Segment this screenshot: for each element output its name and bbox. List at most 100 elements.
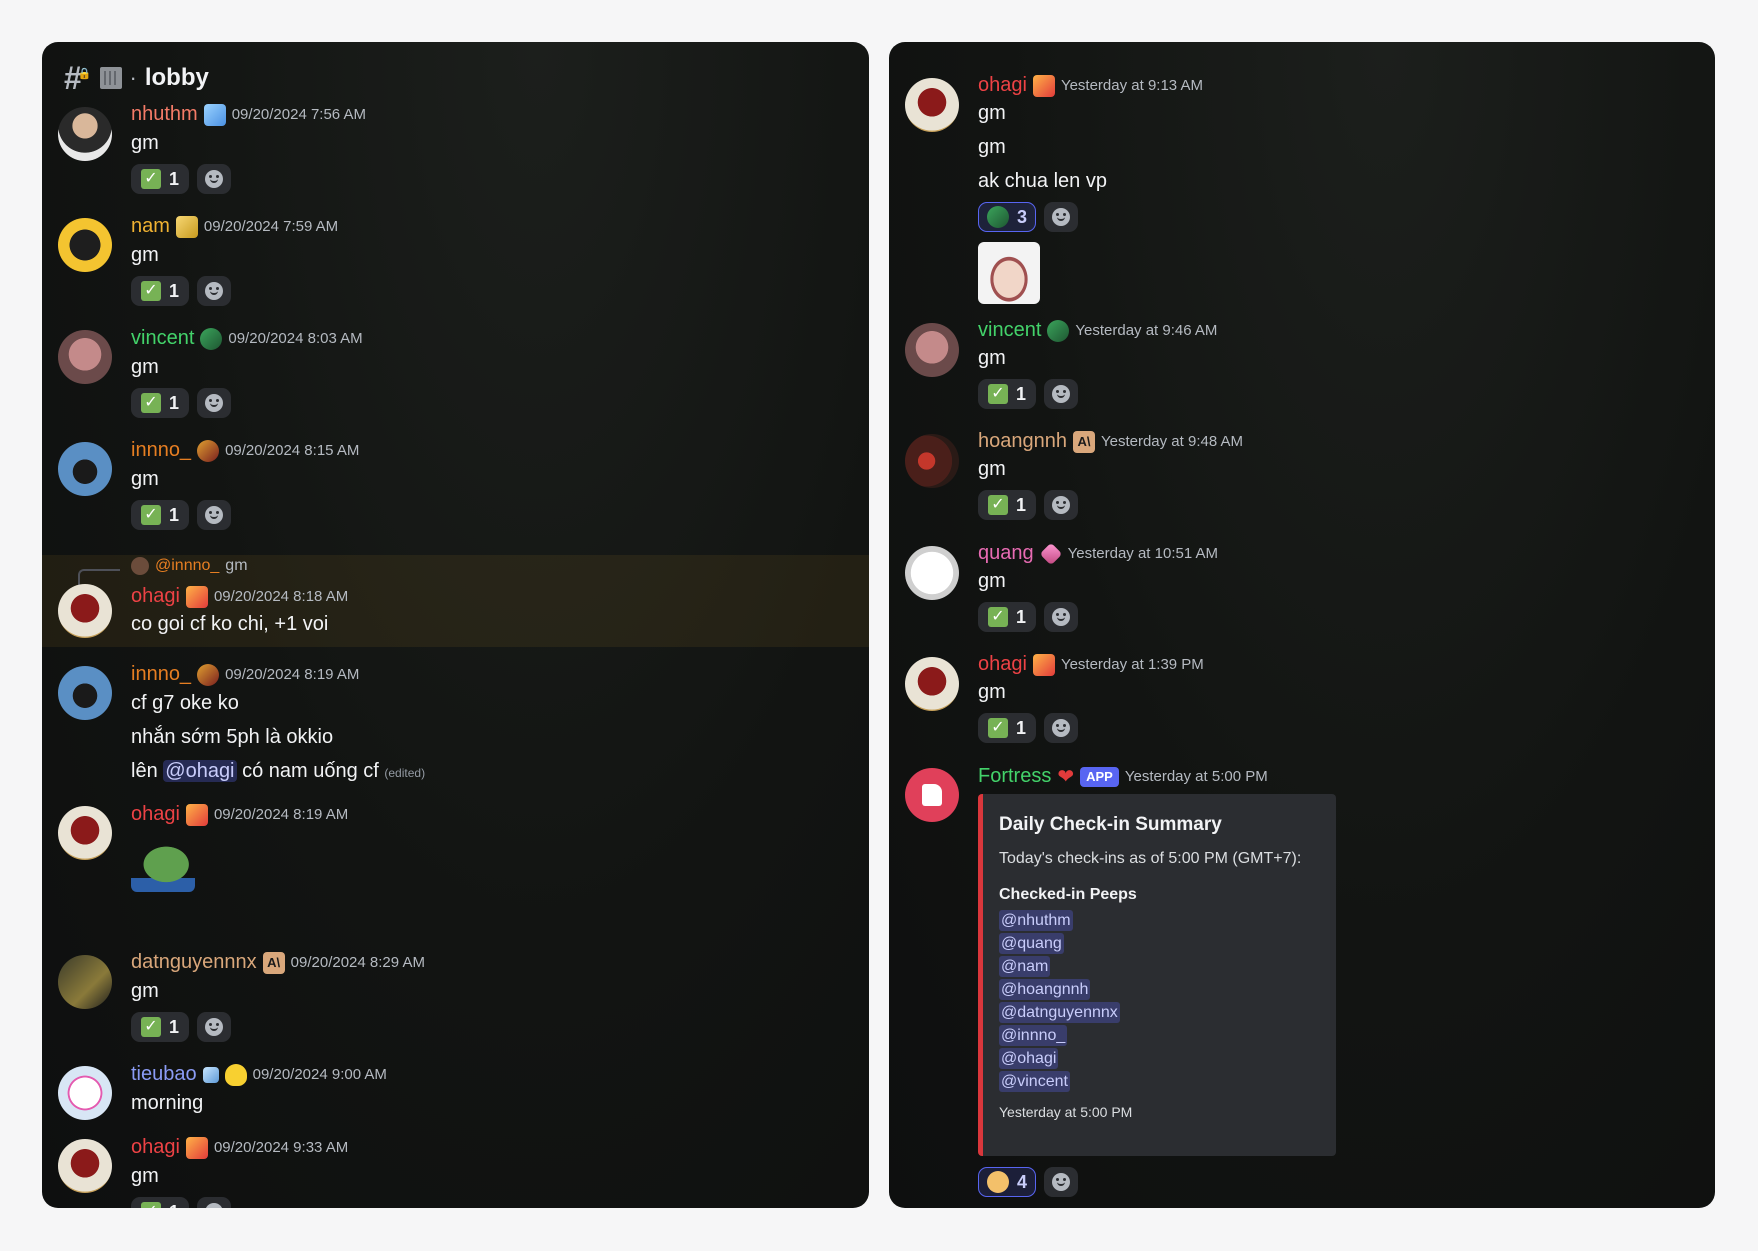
username[interactable]: ohagi [131,803,180,826]
hat-badge-icon[interactable] [197,439,220,462]
add-reaction-button[interactable] [197,1197,231,1208]
username[interactable]: ohagi [131,585,180,608]
timestamp[interactable]: 09/20/2024 8:19 AM [214,806,348,823]
reaction-pepe[interactable]: 3 [978,202,1037,232]
reaction-check[interactable]: ✓1 [131,1012,189,1042]
reaction-check[interactable]: ✓1 [131,500,189,530]
username[interactable]: ohagi [978,74,1027,97]
red-envelope-badge-icon[interactable] [1032,74,1055,97]
username[interactable]: nam [131,215,170,238]
avatar[interactable] [58,442,112,496]
timestamp[interactable]: 09/20/2024 8:15 AM [225,442,359,459]
username[interactable]: innno_ [131,663,191,686]
avatar[interactable] [58,666,112,720]
timestamp[interactable]: Yesterday at 9:13 AM [1061,77,1203,94]
timestamp[interactable]: Yesterday at 9:48 AM [1101,433,1243,450]
user-mention[interactable]: @innno_ [999,1025,1068,1046]
reply-preview[interactable]: @innno_ gm [131,557,248,575]
user-mention[interactable]: @nam [999,956,1051,977]
username[interactable]: datnguyennnx [131,951,257,974]
username[interactable]: vincent [978,319,1041,342]
timestamp[interactable]: Yesterday at 10:51 AM [1068,545,1218,562]
crying-sticker[interactable] [978,242,1040,304]
reaction-check[interactable]: ✓1 [978,713,1036,743]
user-mention[interactable]: @nhuthm [999,910,1073,931]
anthropic-badge-icon[interactable]: A\ [262,951,285,974]
add-reaction-button[interactable] [1044,490,1078,520]
reaction-check[interactable]: ✓1 [978,490,1036,520]
pepe-sticker[interactable] [131,846,195,892]
user-mention[interactable]: @ohagi [999,1048,1059,1069]
user-mention[interactable]: @datnguyennnx [999,1002,1120,1023]
user-mention[interactable]: @hoangnnh [999,979,1091,1000]
pepe-badge-icon[interactable] [1047,319,1070,342]
add-reaction-button[interactable] [197,388,231,418]
timestamp[interactable]: Yesterday at 9:46 AM [1075,322,1217,339]
avatar[interactable] [905,768,959,822]
reaction-check[interactable]: ✓1 [978,602,1036,632]
red-envelope-badge-icon[interactable] [1032,653,1055,676]
reaction-check[interactable]: ✓1 [131,164,189,194]
username[interactable]: tieubao [131,1063,197,1086]
avatar[interactable] [905,657,959,711]
avatar[interactable] [58,955,112,1009]
reaction-check[interactable]: ✓1 [131,388,189,418]
timestamp[interactable]: 09/20/2024 9:33 AM [214,1139,348,1156]
avatar[interactable] [58,1066,112,1120]
reaction-check[interactable]: ✓1 [131,276,189,306]
avatar[interactable] [58,107,112,161]
avatar[interactable] [58,806,112,860]
username[interactable]: quang [978,542,1034,565]
ice-badge-icon[interactable] [202,1066,219,1083]
username[interactable]: nhuthm [131,103,198,126]
avatar[interactable] [58,330,112,384]
timestamp[interactable]: 09/20/2024 9:00 AM [253,1066,387,1083]
username[interactable]: innno_ [131,439,191,462]
ice-cube-badge-icon[interactable] [203,103,226,126]
timestamp[interactable]: Yesterday at 5:00 PM [1125,768,1268,785]
timestamp[interactable]: 09/20/2024 8:03 AM [228,330,362,347]
red-envelope-badge-icon[interactable] [185,1136,208,1159]
user-mention[interactable]: @ohagi [163,760,237,782]
anthropic-badge-icon[interactable]: A\ [1072,430,1095,453]
timestamp[interactable]: 09/20/2024 7:59 AM [204,218,338,235]
timestamp[interactable]: 09/20/2024 7:56 AM [232,106,366,123]
reaction-check[interactable]: ✓1 [978,379,1036,409]
avatar[interactable] [905,323,959,377]
timestamp[interactable]: 09/20/2024 8:19 AM [225,666,359,683]
add-reaction-button[interactable] [1044,713,1078,743]
add-reaction-button[interactable] [197,1012,231,1042]
username[interactable]: ohagi [131,1136,180,1159]
username[interactable]: hoangnnh [978,430,1067,453]
add-reaction-button[interactable] [1044,1167,1079,1197]
add-reaction-button[interactable] [1044,379,1078,409]
username[interactable]: Fortress [978,765,1051,788]
add-reaction-button[interactable] [1044,202,1079,232]
pink-gem-badge-icon[interactable] [1039,542,1062,565]
avatar[interactable] [905,78,959,132]
username[interactable]: ohagi [978,653,1027,676]
heart-badge-icon[interactable]: ❤ [1057,764,1074,789]
username[interactable]: vincent [131,327,194,350]
user-mention[interactable]: @quang [999,933,1064,954]
avatar[interactable] [58,1139,112,1193]
reply-mention[interactable]: @innno_ [155,557,219,575]
timestamp[interactable]: Yesterday at 1:39 PM [1061,656,1204,673]
user-mention[interactable]: @vincent [999,1071,1070,1092]
pikachu-badge-icon[interactable] [224,1063,247,1086]
red-envelope-badge-icon[interactable] [185,803,208,826]
add-reaction-button[interactable] [197,164,231,194]
avatar[interactable] [58,218,112,272]
avatar[interactable] [58,584,112,638]
red-envelope-badge-icon[interactable] [185,585,208,608]
crown-badge-icon[interactable] [175,215,198,238]
add-reaction-button[interactable] [1044,602,1078,632]
reaction-cat[interactable]: 4 [978,1167,1037,1197]
timestamp[interactable]: 09/20/2024 8:18 AM [214,588,348,605]
reaction-check[interactable]: ✓1 [131,1197,189,1208]
pepe-badge-icon[interactable] [200,327,223,350]
add-reaction-button[interactable] [197,500,231,530]
avatar[interactable] [905,434,959,488]
avatar[interactable] [905,546,959,600]
add-reaction-button[interactable] [197,276,231,306]
